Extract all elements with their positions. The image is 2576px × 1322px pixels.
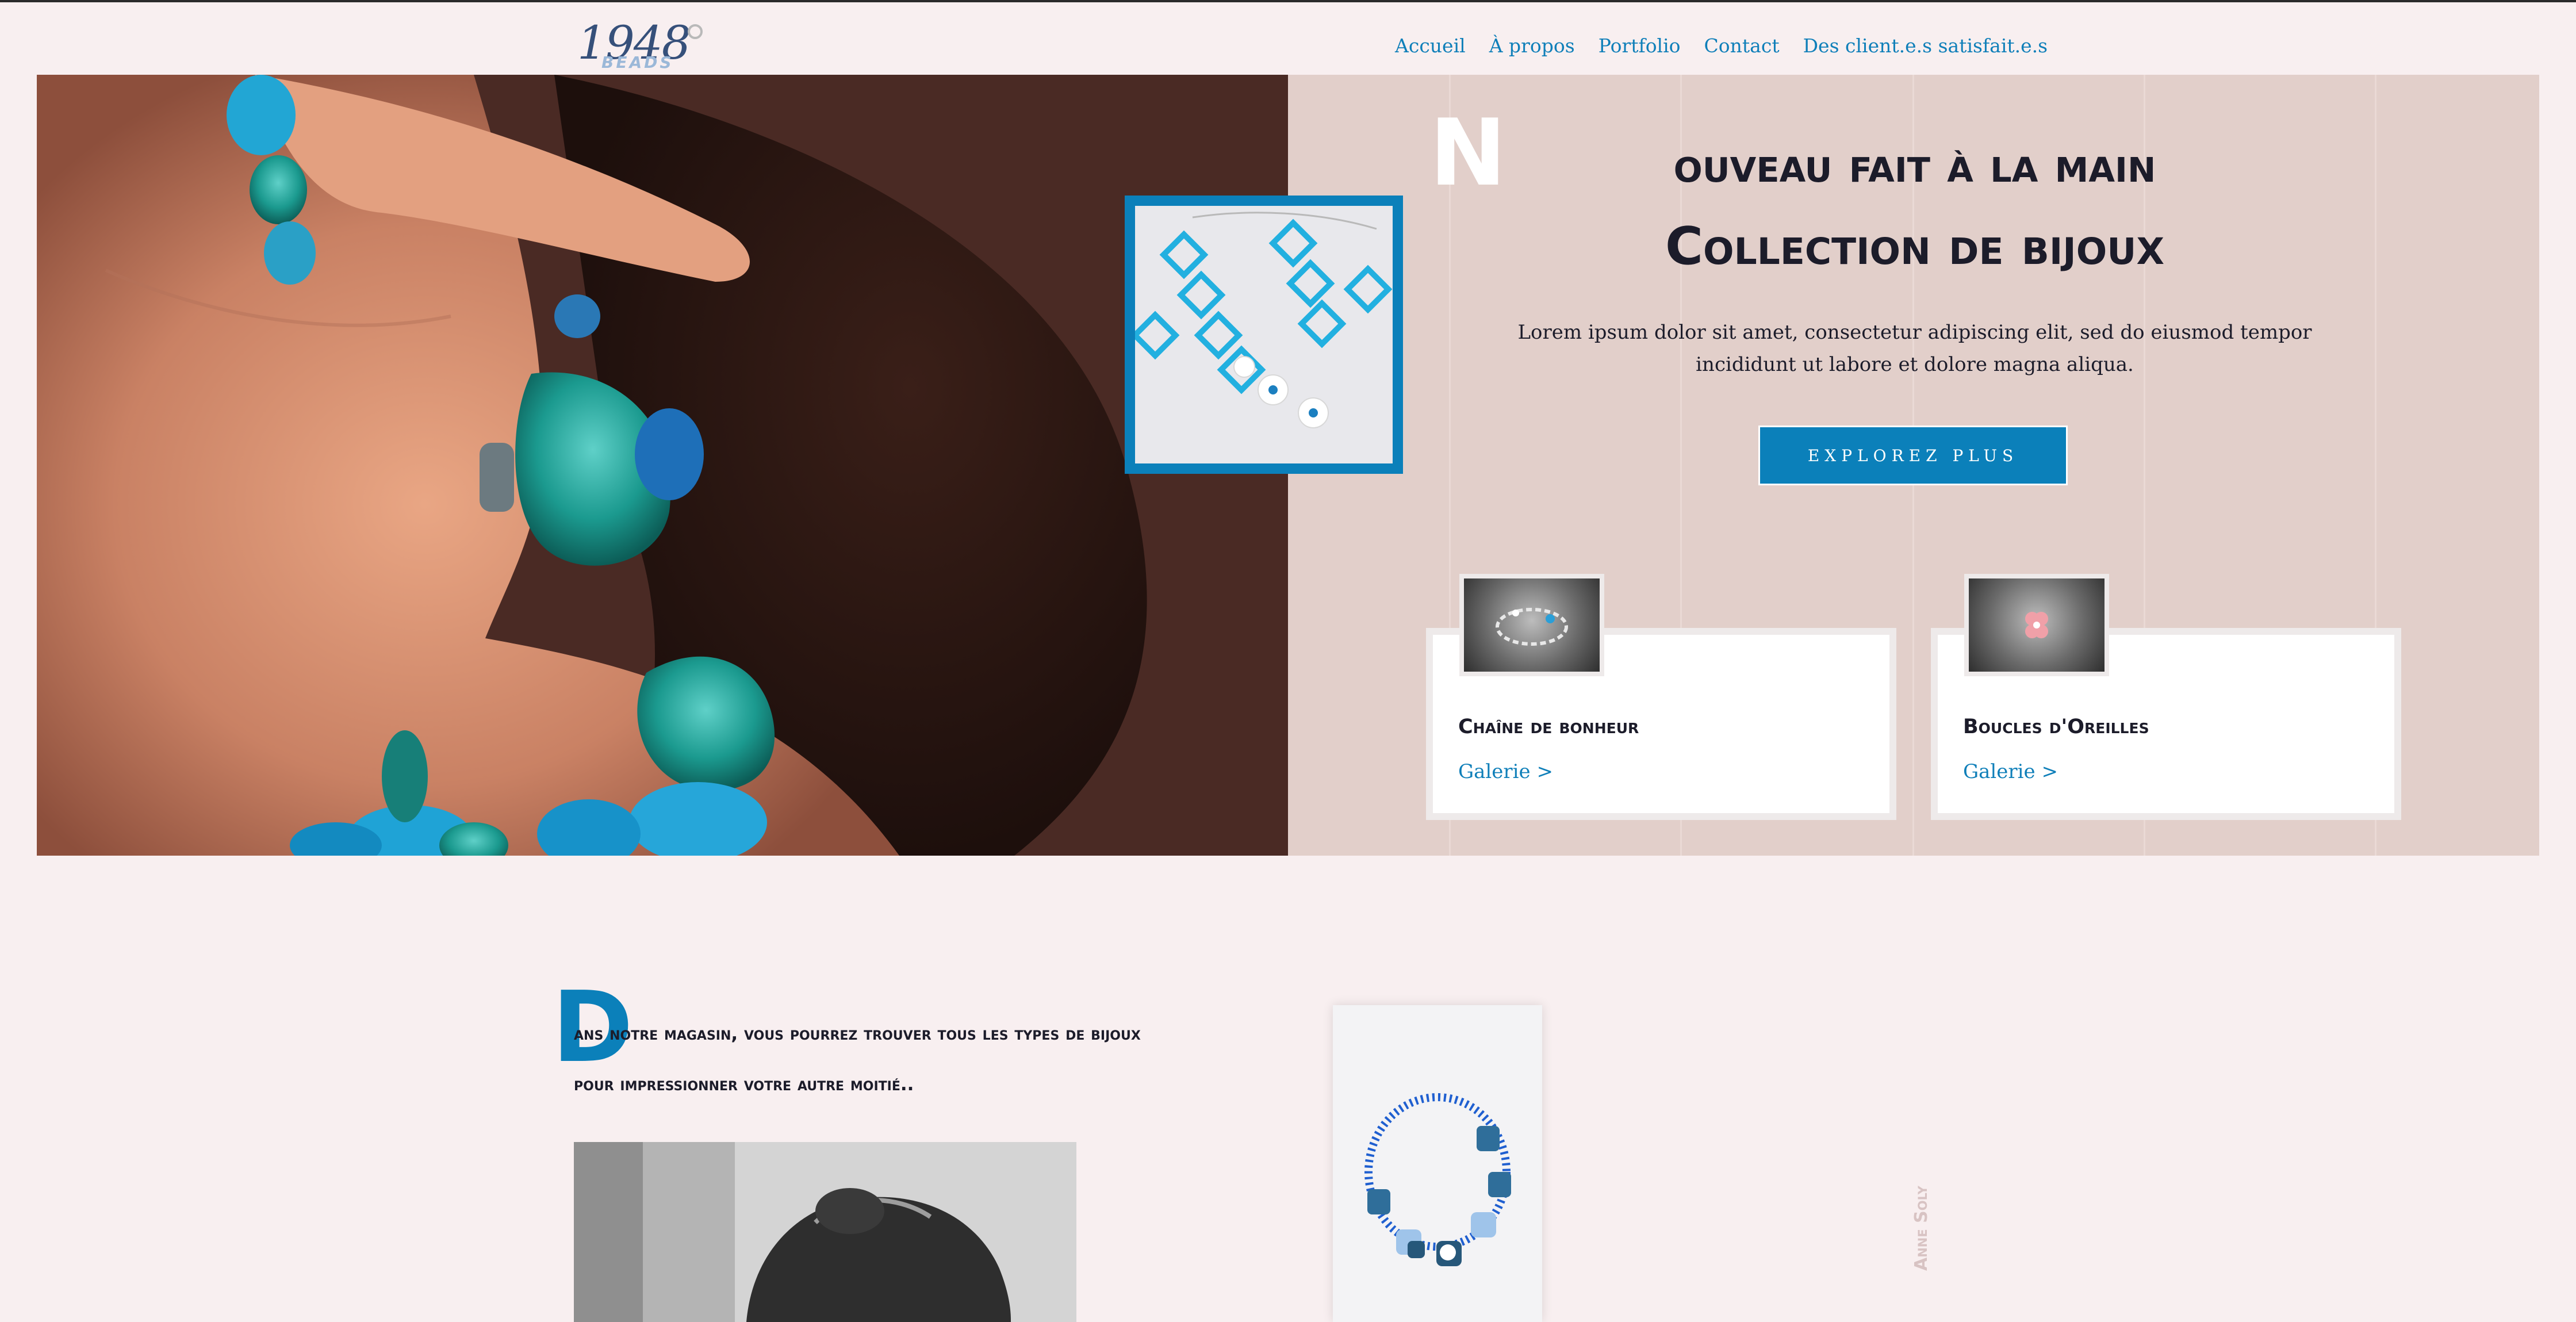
main-nav: Accueil À propos Portfolio Contact Des c…	[1395, 35, 2048, 57]
card-thumbnail[interactable]	[1964, 574, 2109, 676]
artisan-illustration	[574, 1142, 1076, 1322]
nav-item-portfolio[interactable]: Portfolio	[1598, 35, 1681, 57]
logo-subtext: BEADS	[601, 53, 674, 72]
flower-icon	[688, 24, 703, 39]
artisan-photo	[574, 1142, 1076, 1322]
nav-item-testimonials[interactable]: Des client.e.s satisfait.e.s	[1803, 35, 2048, 57]
site-header: 1948 BEADS Accueil À propos Portfolio Co…	[0, 2, 2576, 75]
explore-more-button[interactable]: EXPLOREZ PLUS	[1758, 426, 2068, 485]
hero-dropcap: N	[1429, 99, 1506, 206]
card-title: Boucles d'Oreilles	[1963, 715, 2149, 738]
earrings-illustration	[2025, 612, 2048, 638]
necklace-illustration	[1135, 206, 1393, 463]
necklace-image	[1135, 206, 1393, 463]
hero-model-photo	[37, 75, 1288, 856]
gallery-link[interactable]: Galerie >	[1963, 760, 2058, 783]
intro-text: ans notre magasin, vous pourrez trouver …	[574, 1024, 1141, 1095]
necklace-product-photo	[1333, 1005, 1542, 1322]
featured-necklace-photo	[1125, 196, 1403, 474]
hero-description: Lorem ipsum dolor sit amet, consectetur …	[1517, 321, 2312, 376]
nav-item-a-propos[interactable]: À propos	[1489, 35, 1575, 57]
bracelet-illustration	[1496, 608, 1568, 646]
card-thumbnail[interactable]	[1459, 574, 1604, 676]
bracelet-image	[1464, 578, 1600, 672]
logo[interactable]: 1948 BEADS	[577, 16, 710, 76]
hero-title-line2: Collection de bijoux	[1665, 216, 2165, 277]
gallery-link[interactable]: Galerie >	[1458, 760, 1553, 783]
hero-title-line1: ouveau fait à la main	[1673, 137, 2156, 193]
hero-photo-illustration	[37, 75, 1288, 856]
photo-credit: Anne Soly	[1911, 1186, 1931, 1271]
card-title: Chaîne de bonheur	[1458, 715, 1639, 738]
nav-item-contact[interactable]: Contact	[1704, 35, 1780, 57]
earrings-image	[1969, 578, 2104, 672]
nav-item-accueil[interactable]: Accueil	[1395, 35, 1466, 57]
blue-necklace-illustration	[1333, 1005, 1542, 1322]
